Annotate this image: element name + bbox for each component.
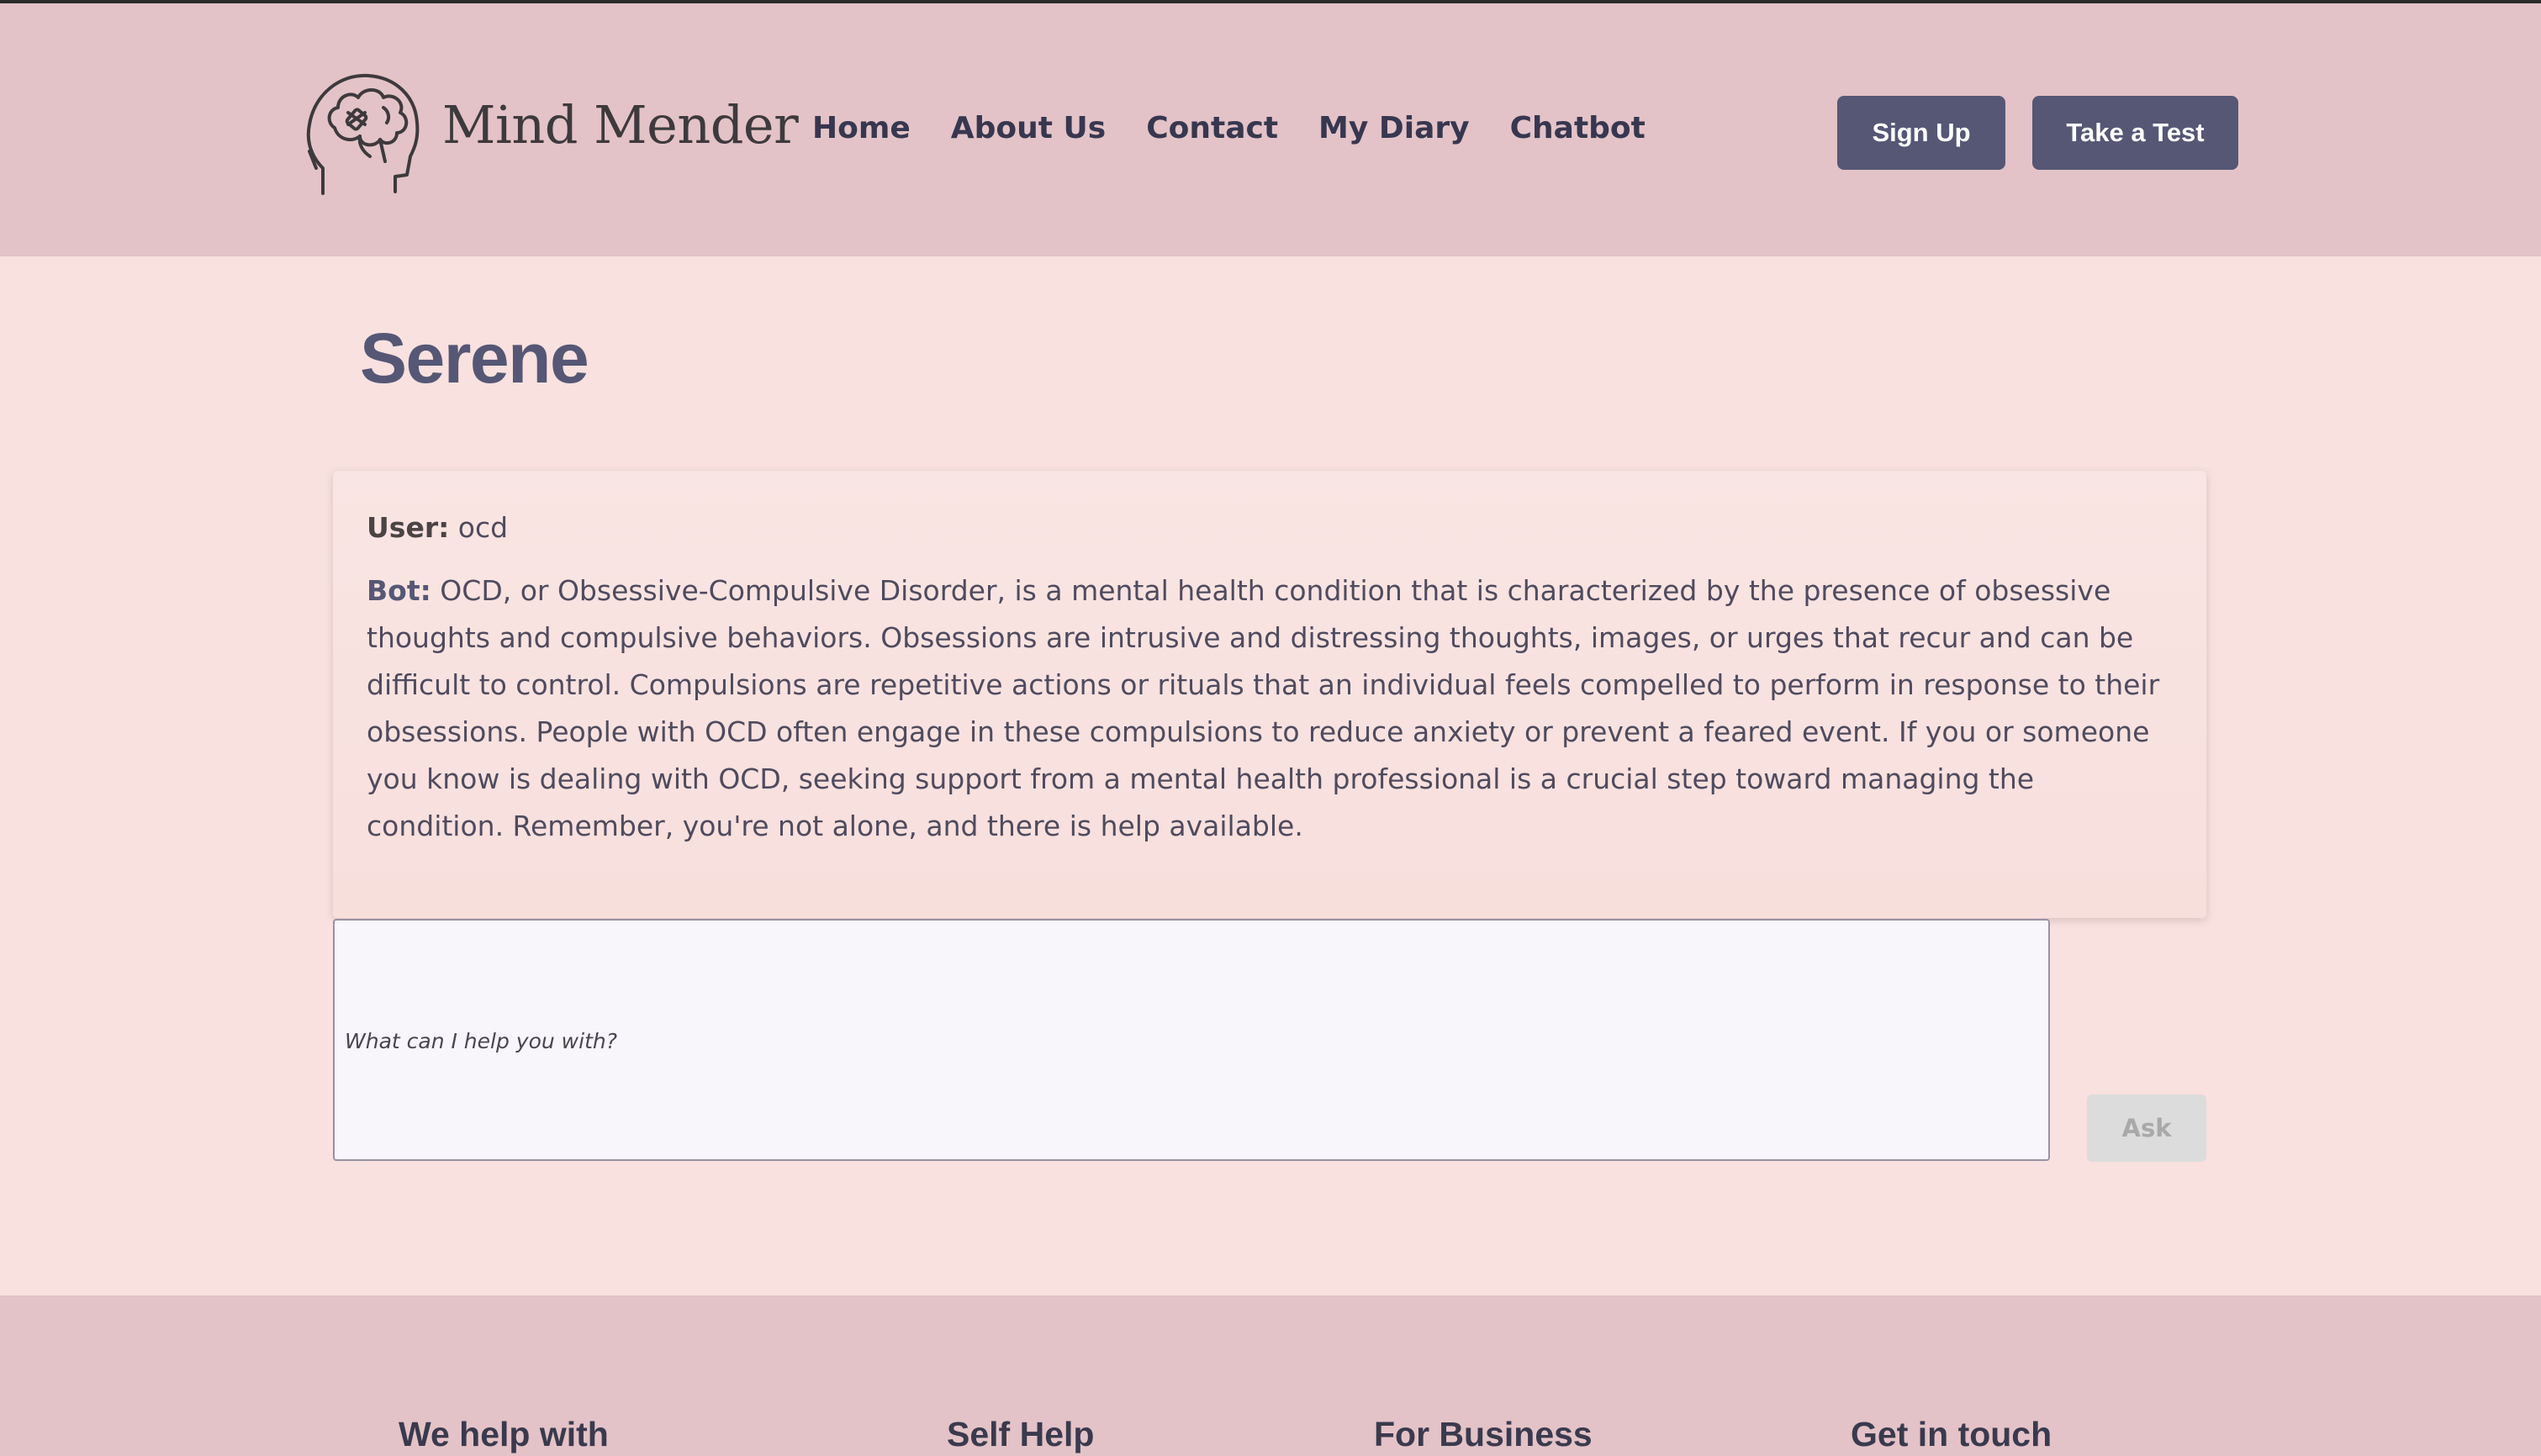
site-header: Mind Mender Home About Us Contact My Dia… <box>0 3 2541 256</box>
take-a-test-button[interactable]: Take a Test <box>2032 96 2238 170</box>
page-title: Serene <box>360 319 589 398</box>
nav-home[interactable]: Home <box>812 111 911 145</box>
sign-up-button[interactable]: Sign Up <box>1837 96 2005 170</box>
head-brain-bandage-icon[interactable] <box>304 69 422 195</box>
nav-chatbot[interactable]: Chatbot <box>1510 111 1646 145</box>
nav-my-diary[interactable]: My Diary <box>1318 111 1470 145</box>
user-message-text: ocd <box>457 511 509 544</box>
bot-message: Bot: OCD, or Obsessive-Compulsive Disord… <box>367 567 2174 850</box>
site-footer: We help with Self Help For Business Get … <box>0 1295 2541 1456</box>
footer-heading-for-business: For Business <box>1374 1415 1593 1453</box>
footer-heading-get-in-touch: Get in touch <box>1851 1415 2052 1453</box>
main-nav: Home About Us Contact My Diary Chatbot <box>812 111 1646 145</box>
footer-heading-we-help-with: We help with <box>399 1415 609 1453</box>
nav-contact[interactable]: Contact <box>1146 111 1278 145</box>
nav-about-us[interactable]: About Us <box>951 111 1106 145</box>
ask-button[interactable]: Ask <box>2087 1095 2206 1162</box>
user-label: User: <box>367 511 450 544</box>
bot-label: Bot: <box>367 574 431 607</box>
chat-history: User: ocd Bot: OCD, or Obsessive-Compuls… <box>333 471 2206 918</box>
user-message: User: ocd <box>367 504 2174 551</box>
footer-heading-self-help: Self Help <box>947 1415 1095 1453</box>
bot-message-text: OCD, or Obsessive-Compulsive Disorder, i… <box>367 574 2160 842</box>
question-input[interactable] <box>333 919 2050 1161</box>
brand-name[interactable]: Mind Mender <box>442 94 799 156</box>
